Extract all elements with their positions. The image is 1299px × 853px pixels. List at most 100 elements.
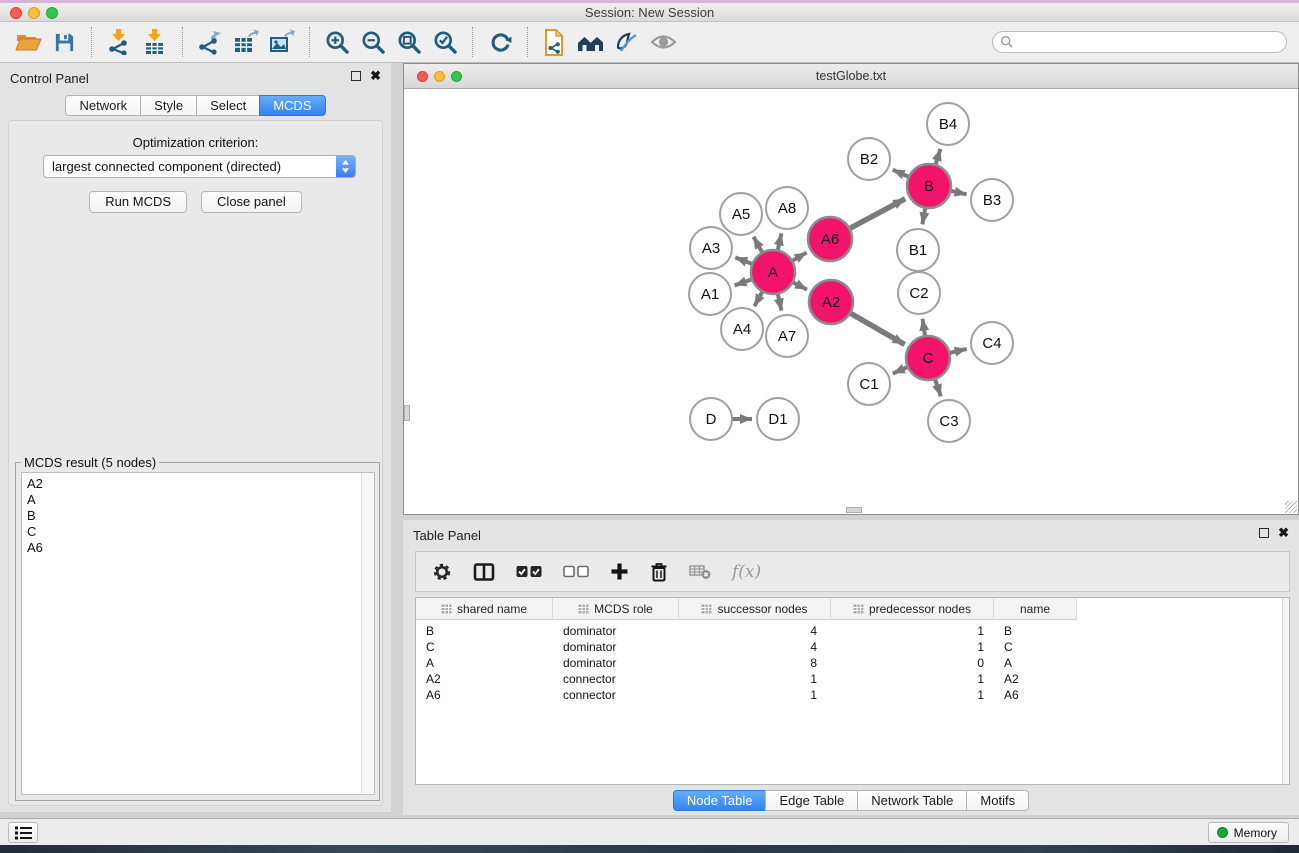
result-list-scrollbar[interactable] bbox=[361, 473, 374, 794]
mcds-result-item[interactable]: A bbox=[22, 492, 374, 508]
export-table-icon[interactable] bbox=[228, 25, 264, 59]
table-cell: 4 bbox=[679, 640, 831, 654]
table-cell: 4 bbox=[679, 624, 831, 638]
table-row[interactable]: A2connector11A2 bbox=[416, 671, 1289, 687]
memory-label: Memory bbox=[1234, 826, 1277, 840]
settings-gear-icon[interactable] bbox=[432, 562, 452, 582]
mcds-result-item[interactable]: A6 bbox=[22, 540, 374, 556]
zoom-fit-icon[interactable] bbox=[391, 25, 427, 59]
table-row[interactable]: Bdominator41B bbox=[416, 623, 1289, 639]
network-view-window: testGlobe.txt B4B2BB3B1A6A5A8A3AA1A4A7A2… bbox=[403, 63, 1299, 515]
table-row[interactable]: Adominator80A bbox=[416, 655, 1289, 671]
function-builder-icon[interactable]: f(x) bbox=[732, 562, 761, 582]
tab-select[interactable]: Select bbox=[196, 95, 259, 116]
graph-node-label: A bbox=[768, 264, 778, 281]
graph-node-label: B bbox=[924, 178, 934, 195]
task-history-button[interactable] bbox=[8, 822, 38, 843]
criterion-selected-value: largest connected component (directed) bbox=[44, 159, 336, 174]
close-table-panel-icon[interactable]: ✖ bbox=[1278, 528, 1289, 538]
table-cell: 1 bbox=[831, 672, 994, 686]
import-network-icon[interactable] bbox=[101, 25, 137, 59]
column-type-icon bbox=[578, 604, 589, 614]
import-table-icon[interactable] bbox=[137, 25, 173, 59]
graph-node-label: A8 bbox=[778, 200, 796, 217]
column-type-icon bbox=[853, 604, 864, 614]
close-panel-button[interactable]: Close panel bbox=[201, 191, 302, 213]
criterion-select[interactable]: largest connected component (directed) bbox=[43, 155, 356, 178]
table-row[interactable]: A6connector11A6 bbox=[416, 687, 1289, 703]
eye-icon[interactable] bbox=[645, 25, 681, 59]
network-zoom-button[interactable] bbox=[451, 71, 462, 82]
graph-node-label: C4 bbox=[982, 335, 1001, 352]
window-resize-grip[interactable] bbox=[1285, 501, 1297, 513]
mcds-result-items: A2ABCA6 bbox=[22, 473, 374, 556]
add-column-icon[interactable] bbox=[610, 562, 629, 581]
network-window-titlebar[interactable]: testGlobe.txt bbox=[404, 64, 1298, 89]
tab-edge-table[interactable]: Edge Table bbox=[765, 790, 857, 811]
column-header-shared-name[interactable]: shared name bbox=[416, 598, 553, 620]
save-icon[interactable] bbox=[46, 25, 82, 59]
network-graph-svg: B4B2BB3B1A6A5A8A3AA1A4A7A2C2C4CC1C3DD1 bbox=[404, 90, 1298, 514]
splitter-nub-bottom[interactable] bbox=[846, 507, 862, 513]
tab-network-table[interactable]: Network Table bbox=[857, 790, 966, 811]
memory-button[interactable]: Memory bbox=[1208, 822, 1289, 843]
column-header-name[interactable]: name bbox=[994, 598, 1077, 620]
column-header-predecessor-nodes[interactable]: predecessor nodes bbox=[831, 598, 994, 620]
column-header-successor-nodes[interactable]: successor nodes bbox=[679, 598, 831, 620]
optimization-criterion-label: Optimization criterion: bbox=[9, 135, 382, 150]
table-cell: B bbox=[416, 624, 553, 638]
mcds-result-group: MCDS result (5 nodes) A2ABCA6 bbox=[15, 462, 380, 801]
float-table-panel-icon[interactable] bbox=[1259, 528, 1269, 538]
network-minimize-button[interactable] bbox=[434, 71, 445, 82]
table-scrollbar[interactable] bbox=[1282, 598, 1289, 784]
open-folder-icon[interactable] bbox=[10, 25, 46, 59]
home-icon[interactable] bbox=[573, 25, 609, 59]
tab-network[interactable]: Network bbox=[65, 95, 140, 116]
close-window-button[interactable] bbox=[10, 7, 22, 19]
column-label: predecessor nodes bbox=[869, 602, 971, 616]
network-close-button[interactable] bbox=[417, 71, 428, 82]
zoom-out-icon[interactable] bbox=[355, 25, 391, 59]
float-panel-icon[interactable] bbox=[351, 71, 361, 81]
close-panel-icon[interactable]: ✖ bbox=[370, 71, 381, 81]
table-cell: A bbox=[416, 656, 553, 670]
zoom-window-button[interactable] bbox=[46, 7, 58, 19]
hide-marker-icon[interactable] bbox=[609, 25, 645, 59]
delete-icon[interactable] bbox=[650, 562, 668, 582]
tab-style[interactable]: Style bbox=[140, 95, 196, 116]
split-columns-icon[interactable] bbox=[473, 562, 495, 582]
copy-network-icon[interactable] bbox=[537, 25, 573, 59]
deselect-all-icon[interactable] bbox=[563, 565, 589, 578]
zoom-in-icon[interactable] bbox=[319, 25, 355, 59]
column-header-mcds-role[interactable]: MCDS role bbox=[553, 598, 679, 620]
table-cell: B bbox=[994, 624, 1077, 638]
graph-node-label: B4 bbox=[939, 116, 957, 133]
graph-node-label: A2 bbox=[822, 294, 840, 311]
search-field[interactable] bbox=[992, 31, 1287, 53]
mcds-result-item[interactable]: C bbox=[22, 524, 374, 540]
table-cell: A6 bbox=[994, 688, 1077, 702]
delete-table-icon[interactable] bbox=[689, 563, 711, 580]
select-all-icon[interactable] bbox=[516, 565, 542, 578]
mcds-result-item[interactable]: B bbox=[22, 508, 374, 524]
search-input[interactable] bbox=[1014, 33, 1286, 51]
tab-node-table[interactable]: Node Table bbox=[673, 790, 766, 811]
table-cell: connector bbox=[553, 688, 679, 702]
table-panel-tabs: Node Table Edge Table Network Table Moti… bbox=[403, 790, 1299, 811]
export-network-icon[interactable] bbox=[192, 25, 228, 59]
mcds-result-list[interactable]: A2ABCA6 bbox=[21, 472, 375, 795]
desktop-wallpaper-strip-bottom bbox=[0, 845, 1299, 853]
zoom-check-icon[interactable] bbox=[427, 25, 463, 59]
table-row[interactable]: Cdominator41C bbox=[416, 639, 1289, 655]
table-header-row: shared name MCDS role successor nodes pr… bbox=[416, 598, 1289, 620]
graph-node-label: C2 bbox=[909, 285, 928, 302]
minimize-window-button[interactable] bbox=[28, 7, 40, 19]
tab-motifs[interactable]: Motifs bbox=[966, 790, 1029, 811]
run-mcds-button[interactable]: Run MCDS bbox=[89, 191, 187, 213]
splitter-nub-left[interactable] bbox=[404, 405, 410, 421]
refresh-icon[interactable] bbox=[482, 25, 518, 59]
tab-mcds[interactable]: MCDS bbox=[259, 95, 325, 116]
mcds-result-item[interactable]: A2 bbox=[22, 476, 374, 492]
network-canvas[interactable]: B4B2BB3B1A6A5A8A3AA1A4A7A2C2C4CC1C3DD1 bbox=[404, 90, 1298, 514]
export-image-icon[interactable] bbox=[264, 25, 300, 59]
